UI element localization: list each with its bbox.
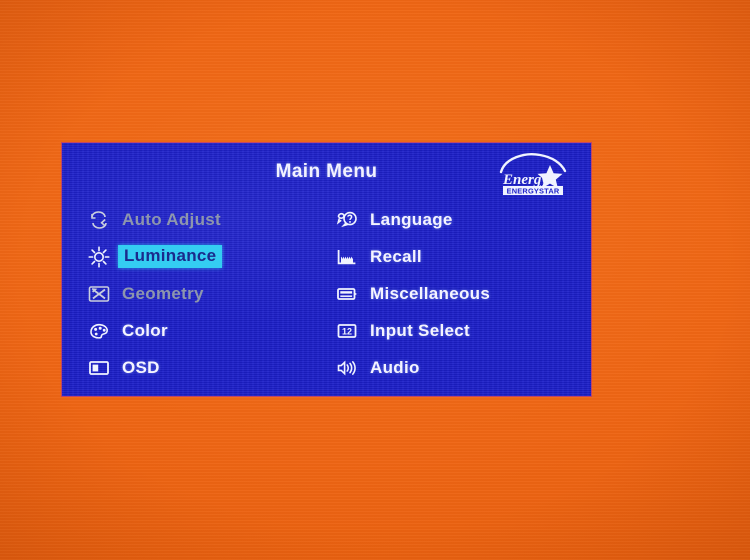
geometry-icon xyxy=(82,281,116,307)
input-select-icon: 12 xyxy=(330,318,364,344)
menu-item-label: Audio xyxy=(370,357,420,377)
menu-item-recall[interactable]: Recall xyxy=(330,238,580,275)
menu-item-color[interactable]: Color xyxy=(82,312,312,349)
menu-item-label: Auto Adjust xyxy=(122,209,221,229)
menu-item-geometry[interactable]: Geometry xyxy=(82,275,312,312)
menu-item-label: Input Select xyxy=(370,320,470,340)
osd-icon xyxy=(82,355,116,381)
recall-icon xyxy=(330,244,364,270)
menu-item-label: Miscellaneous xyxy=(370,283,491,303)
osd-main-menu-panel: Main Menu Energy ENERGYSTAR Auto Adjust … xyxy=(62,143,591,396)
menu-item-label: OSD xyxy=(122,357,160,377)
miscellaneous-icon xyxy=(330,281,364,307)
audio-icon xyxy=(330,355,364,381)
auto-adjust-icon xyxy=(82,207,116,233)
menu-item-audio[interactable]: Audio xyxy=(330,349,580,386)
menu-item-label: Geometry xyxy=(122,283,204,303)
menu-item-label: Color xyxy=(122,320,168,340)
menu-item-auto-adjust[interactable]: Auto Adjust xyxy=(82,201,312,238)
menu-item-luminance[interactable]: Luminance xyxy=(82,238,312,275)
menu-item-input-select[interactable]: 12 Input Select xyxy=(330,312,580,349)
svg-text:12: 12 xyxy=(342,326,352,336)
menu-item-label: Language xyxy=(370,209,453,229)
menu-item-label: Luminance xyxy=(118,245,223,268)
menu-item-language[interactable]: Language xyxy=(330,201,580,238)
menu-item-osd[interactable]: OSD xyxy=(82,349,312,386)
menu-item-label: Recall xyxy=(370,246,422,266)
menu-column-right: Language Recall Miscellaneous 12 Input S… xyxy=(330,201,580,386)
svg-text:ENERGYSTAR: ENERGYSTAR xyxy=(507,186,560,195)
color-palette-icon xyxy=(82,318,116,344)
menu-column-left: Auto Adjust Luminance Geometry Color OSD xyxy=(82,201,312,386)
language-icon xyxy=(330,207,364,233)
menu-item-miscellaneous[interactable]: Miscellaneous xyxy=(330,275,580,312)
luminance-icon xyxy=(82,244,116,270)
monitor-screen: Main Menu Energy ENERGYSTAR Auto Adjust … xyxy=(0,0,750,560)
energy-star-logo: Energy ENERGYSTAR xyxy=(495,149,571,196)
